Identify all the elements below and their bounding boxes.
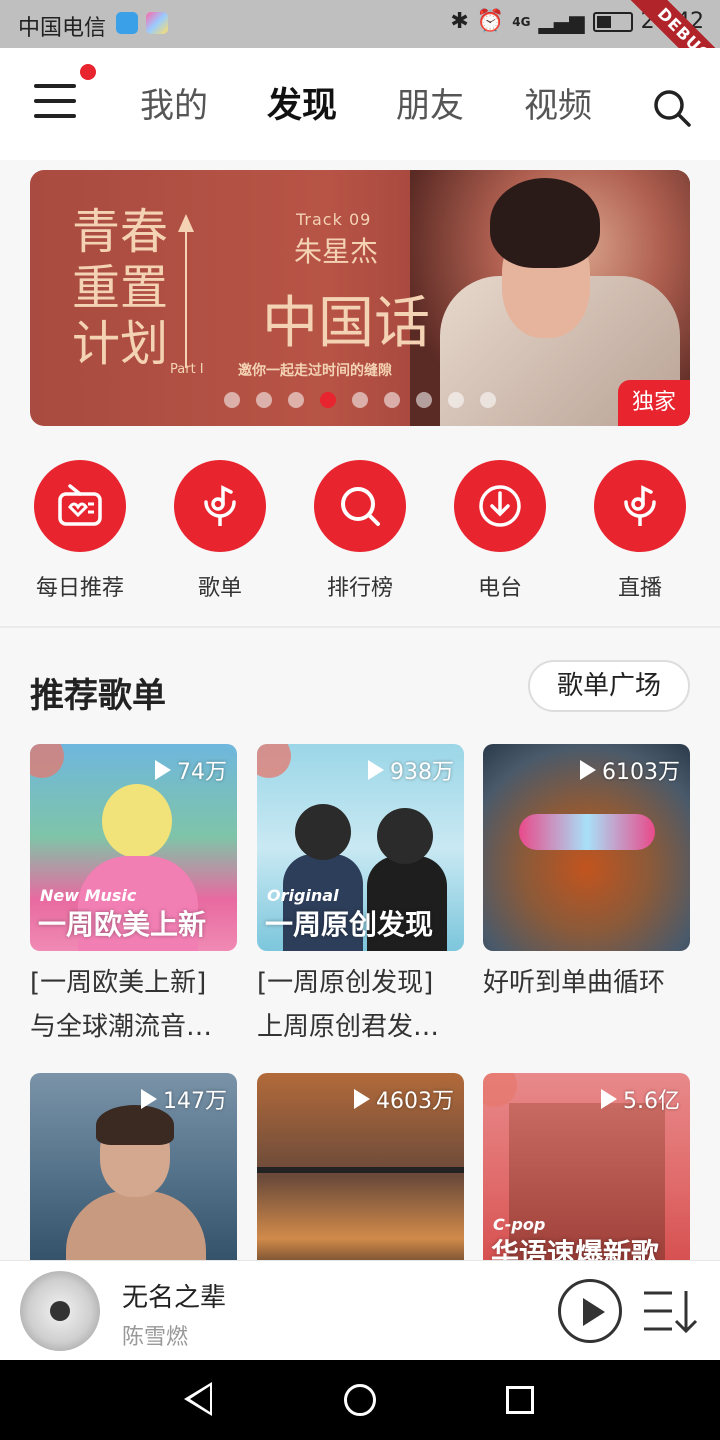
tab-friends[interactable]: 朋友 <box>366 84 494 128</box>
playlist-card[interactable]: 6103万 好听到单曲循环 <box>483 744 690 1049</box>
quick-entries: 每日推荐 歌单 排行榜 电台 直播 <box>0 460 720 602</box>
play-count-icon <box>368 760 384 780</box>
playlist-card[interactable]: 74万 New Music 一周欧美上新 [一周欧美上新] 与全球潮流音… <box>30 744 237 1049</box>
playlist-icon[interactable] <box>642 1287 698 1335</box>
back-icon[interactable] <box>184 1382 212 1416</box>
section-title: 推荐歌单 <box>30 676 166 716</box>
menu-icon[interactable] <box>34 84 76 120</box>
pager-dot[interactable] <box>384 392 400 408</box>
music-note-mic-icon <box>204 485 236 526</box>
playlist-plaza-button[interactable]: 歌单广场 <box>528 660 690 712</box>
quick-label: 直播 <box>617 576 662 601</box>
play-count-icon <box>601 1089 617 1109</box>
pager-dot[interactable] <box>480 392 496 408</box>
banner-headline: 青春重置计划 <box>72 204 169 372</box>
alarm-icon: ⏰ <box>476 9 505 34</box>
playlist-card[interactable]: 938万 Original 一周原创发现 [一周原创发现] 上周原创君发… <box>257 744 464 1049</box>
home-icon[interactable] <box>344 1384 376 1416</box>
play-count: 74万 <box>155 754 227 786</box>
playlist-caption: [一周原创发现] 上周原创君发… <box>257 968 440 1042</box>
play-count: 147万 <box>141 1083 227 1115</box>
arrow-up-icon <box>178 214 194 232</box>
radio-calendar-icon <box>58 484 102 526</box>
play-count: 4603万 <box>354 1083 454 1115</box>
quick-label: 排行榜 <box>326 576 393 601</box>
carrier-name: 中国电信 <box>18 16 107 41</box>
playlist-card[interactable]: 147万 <box>30 1073 237 1280</box>
playlist-card[interactable]: 5.6亿 C-pop 华语速爆新歌 <box>483 1073 690 1280</box>
pager-dot[interactable] <box>352 392 368 408</box>
banner-track: Track 09 <box>296 210 372 229</box>
quick-daily-recommend[interactable]: 每日推荐 <box>10 460 150 602</box>
now-playing-artist: 陈雪燃 <box>122 1325 189 1350</box>
banner-slogan: 邀你一起走过时间的缝隙 <box>238 363 392 379</box>
playlist-cover: 74万 New Music 一周欧美上新 <box>30 744 237 951</box>
radio-download-icon <box>479 485 521 527</box>
quick-label: 歌单 <box>197 576 242 601</box>
album-art[interactable] <box>20 1271 100 1351</box>
playlist-cover: 147万 <box>30 1073 237 1280</box>
tab-mine[interactable]: 我的 <box>110 84 238 128</box>
signal-bars-icon: ▂▄▆ <box>538 9 585 34</box>
app-notification-icon <box>146 12 168 34</box>
play-icon[interactable] <box>558 1279 622 1343</box>
banner-song-title: 中国话 <box>262 291 430 356</box>
search-icon[interactable] <box>652 88 692 128</box>
notification-dot <box>80 64 96 80</box>
quick-live[interactable]: 直播 <box>570 460 710 602</box>
playlist-cover: 5.6亿 C-pop 华语速爆新歌 <box>483 1073 690 1280</box>
pager-dot-active[interactable] <box>320 392 336 408</box>
banner-artist: 朱星杰 <box>294 235 379 268</box>
pager-dot[interactable] <box>224 392 240 408</box>
pager-dot[interactable] <box>416 392 432 408</box>
cover-title: 一周欧美上新 <box>38 908 207 941</box>
promo-banner[interactable]: 青春重置计划 Part I Track 09 朱星杰 中国话 邀你一起走过时间的… <box>30 170 690 426</box>
playlist-cover: 4603万 <box>257 1073 464 1280</box>
banner-part: Part I <box>170 362 204 377</box>
play-count-icon <box>141 1089 157 1109</box>
play-count-icon <box>580 760 596 780</box>
play-count: 5.6亿 <box>601 1083 680 1115</box>
pager-dot[interactable] <box>256 392 272 408</box>
playlist-cover: 6103万 <box>483 744 690 951</box>
top-nav: 我的 发现 朋友 视频 <box>0 48 720 160</box>
tab-bar: 我的 发现 朋友 视频 <box>110 84 622 128</box>
security-shield-icon <box>116 12 138 34</box>
mini-player[interactable]: 无名之辈 陈雪燃 <box>0 1260 720 1360</box>
section-divider <box>0 626 720 628</box>
tab-video[interactable]: 视频 <box>494 84 622 128</box>
status-bar: 中国电信 ✱ ⏰ 4G ▂▄▆ 20:42 DEBUG <box>0 0 720 101</box>
play-count: 938万 <box>368 754 454 786</box>
tab-discover[interactable]: 发现 <box>238 84 366 128</box>
play-count: 6103万 <box>580 754 680 786</box>
playlist-caption: 好听到单曲循环 <box>483 968 666 998</box>
netease-logo-icon <box>483 1073 517 1107</box>
cover-title: 一周原创发现 <box>265 908 434 941</box>
netease-logo-icon <box>257 744 291 778</box>
play-count-icon <box>354 1089 370 1109</box>
playlist-caption: [一周欧美上新] 与全球潮流音… <box>30 968 213 1042</box>
quick-playlist[interactable]: 歌单 <box>150 460 290 602</box>
quick-label: 电台 <box>477 576 522 601</box>
playlist-cover: 938万 Original 一周原创发现 <box>257 744 464 951</box>
battery-icon <box>592 11 633 32</box>
live-mic-icon <box>624 485 656 526</box>
bluetooth-icon: ✱ <box>450 9 469 34</box>
netease-logo-icon <box>30 744 64 778</box>
signal-4g-icon: 4G <box>512 14 531 29</box>
playlist-card[interactable]: 4603万 <box>257 1073 464 1280</box>
exclusive-badge: 独家 <box>618 380 690 426</box>
now-playing-title: 无名之辈 <box>122 1283 227 1313</box>
recent-apps-icon[interactable] <box>506 1386 534 1414</box>
search-chart-icon <box>341 487 380 526</box>
system-nav-bar <box>0 1360 720 1440</box>
quick-radio[interactable]: 电台 <box>430 460 570 602</box>
quick-charts[interactable]: 排行榜 <box>290 460 430 602</box>
play-count-icon <box>155 760 171 780</box>
pager-dot[interactable] <box>288 392 304 408</box>
pager-dot[interactable] <box>448 392 464 408</box>
banner-pager <box>224 392 496 408</box>
quick-label: 每日推荐 <box>35 576 124 601</box>
